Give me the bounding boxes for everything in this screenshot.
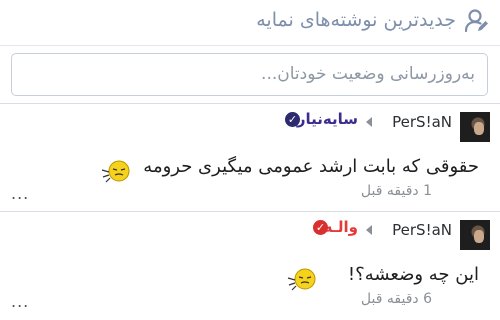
avatar[interactable] [460, 220, 490, 250]
arrow-icon [366, 117, 372, 127]
post-author-link[interactable]: PerS!aN [392, 113, 452, 131]
arrow-icon [366, 225, 372, 235]
post-timestamp[interactable]: 6 دقیقه قبل [361, 291, 432, 307]
header: جدیدترین نوشته‌های نمایه [0, 0, 500, 46]
post-text: حقوقی که بابت ارشد عمومی میگیری حرومه [143, 156, 479, 177]
status-update-input[interactable]: به‌روزرسانی وضعیت خودتان... [11, 53, 488, 96]
tired-emoji-icon [286, 267, 320, 293]
status-placeholder: به‌روزرسانی وضعیت خودتان... [261, 64, 475, 84]
verified-badge-icon: ✓ [285, 112, 300, 127]
post-timestamp[interactable]: 1 دقیقه قبل [361, 183, 432, 199]
activity-post: PerS!aN والـه ✓ این چه وضعشه؟! 6 دقیقه ق… [0, 212, 500, 320]
page-title: جدیدترین نوشته‌های نمایه [256, 9, 456, 31]
post-author-link[interactable]: PerS!aN [392, 221, 452, 239]
more-options-button[interactable]: ... [11, 292, 29, 311]
group-name-link[interactable]: سایه‌نیار [297, 110, 358, 128]
activity-post: PerS!aN سایه‌نیار ✓ حقوقی که بابت ارشد ع… [0, 104, 500, 212]
user-edit-icon [464, 8, 490, 34]
avatar[interactable] [460, 112, 490, 142]
more-options-button[interactable]: ... [11, 184, 29, 203]
verified-badge-icon: ✓ [313, 220, 328, 235]
tired-emoji-icon [100, 159, 134, 185]
group-name-link[interactable]: والـه [324, 218, 358, 236]
post-text: این چه وضعشه؟! [347, 264, 479, 285]
